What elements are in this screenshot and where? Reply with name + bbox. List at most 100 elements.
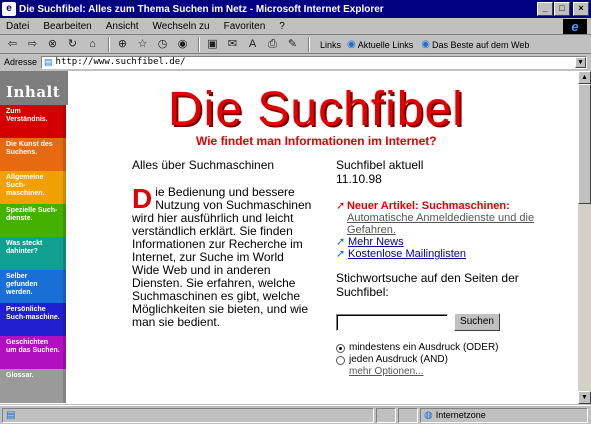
ie-link-icon: ◉ bbox=[421, 39, 431, 50]
news-item-link[interactable]: Automatische Anmeldedienste und die Gefa… bbox=[347, 212, 566, 236]
maximize-button[interactable]: □ bbox=[554, 2, 570, 16]
intro-heading: Alles über Suchmaschinen bbox=[132, 158, 275, 172]
link-best-of-web[interactable]: ◉ Das Beste auf dem Web bbox=[421, 39, 529, 50]
dropcap: D bbox=[132, 183, 153, 214]
page-icon: ▤ bbox=[44, 56, 53, 67]
search-options: mindestens ein Ausdruck (ODER) jeden Aus… bbox=[336, 342, 566, 378]
status-bar: ▤ ◍ Internetzone bbox=[0, 405, 591, 424]
sidebar-item[interactable]: Zum Verständnis. bbox=[0, 105, 66, 138]
scroll-up-icon[interactable]: ▲ bbox=[578, 71, 591, 84]
search-input[interactable] bbox=[336, 313, 448, 331]
search-icon[interactable]: ⊕ bbox=[114, 37, 131, 52]
print-icon[interactable]: ⎙ bbox=[264, 37, 281, 52]
toolbar-divider bbox=[198, 37, 200, 52]
scroll-thumb[interactable] bbox=[578, 84, 591, 204]
news-heading: Suchfibel aktuell bbox=[336, 158, 424, 172]
home-icon[interactable]: ⌂ bbox=[84, 37, 101, 52]
status-security bbox=[398, 407, 418, 423]
intro-column: Alles über Suchmaschinen Die Bedienung u… bbox=[132, 158, 312, 329]
search-button[interactable]: Suchen bbox=[454, 313, 500, 331]
channels-icon[interactable]: ◉ bbox=[174, 37, 191, 52]
menu-go[interactable]: Wechseln zu bbox=[153, 21, 210, 32]
news-list: ➚ Neuer Artikel: Suchmaschinen: Automati… bbox=[336, 200, 566, 260]
window-title: Die Suchfibel: Alles zum Thema Suchen im… bbox=[19, 3, 384, 15]
page-subtitle: Wie findet man Informationen im Internet… bbox=[196, 134, 437, 148]
sidebar-item[interactable]: Glossar. bbox=[0, 369, 66, 403]
status-zone: ◍ Internetzone bbox=[420, 407, 588, 423]
option-and-row[interactable]: jeden Ausdruck (AND) bbox=[336, 354, 566, 366]
title-bar: e Die Suchfibel: Alles zum Thema Suchen … bbox=[0, 0, 591, 18]
ie-throbber-icon: e bbox=[563, 19, 587, 34]
edit-icon[interactable]: ✎ bbox=[284, 37, 301, 52]
option-or-label: mindestens ein Ausdruck (ODER) bbox=[349, 342, 499, 353]
scroll-down-icon[interactable]: ▼ bbox=[578, 391, 591, 404]
mail-icon[interactable]: ✉ bbox=[224, 37, 241, 52]
links-label: Links bbox=[320, 39, 342, 50]
news-item-label: Neuer Artikel: Suchmaschinen: bbox=[346, 200, 510, 212]
minimize-button[interactable]: _ bbox=[537, 2, 553, 16]
page-content: Inhalt Zum Verständnis. Die Kunst des Suc… bbox=[0, 71, 578, 404]
favorites-icon[interactable]: ☆ bbox=[134, 37, 151, 52]
fullscreen-icon[interactable]: ▣ bbox=[204, 37, 221, 52]
option-and-label: jeden Ausdruck (AND) bbox=[349, 354, 448, 365]
mailing-lists-link[interactable]: Kostenlose Mailinglisten bbox=[348, 248, 466, 260]
more-news-link[interactable]: Mehr News bbox=[348, 236, 404, 248]
globe-icon: ◍ bbox=[424, 409, 433, 421]
search-form: Suchen bbox=[336, 313, 566, 331]
menu-bar: Datei Bearbeiten Ansicht Wechseln zu Fav… bbox=[0, 18, 591, 35]
news-item: ➚ Mehr News bbox=[336, 236, 566, 248]
news-item: ➚ Neuer Artikel: Suchmaschinen: Automati… bbox=[336, 200, 566, 236]
font-icon[interactable]: A bbox=[244, 37, 261, 52]
history-icon[interactable]: ◷ bbox=[154, 37, 171, 52]
sidebar-item[interactable]: Persönliche Such-maschine. bbox=[0, 303, 66, 336]
option-or-row[interactable]: mindestens ein Ausdruck (ODER) bbox=[336, 342, 566, 354]
ie-app-icon: e bbox=[2, 2, 16, 16]
page-title: Die Suchfibel bbox=[168, 83, 464, 136]
stop-icon[interactable]: ⊗ bbox=[44, 37, 61, 52]
close-button[interactable]: × bbox=[573, 2, 589, 16]
sidebar-item[interactable]: Allgemeine Such-maschinen. bbox=[0, 171, 66, 204]
sidebar-item[interactable]: Selber gefunden werden. bbox=[0, 270, 66, 303]
sidebar-item[interactable]: Spezielle Such-dienste. bbox=[0, 204, 66, 237]
links-bar: Links ◉ Aktuelle Links ◉ Das Beste auf dem… bbox=[320, 39, 537, 50]
toolbar-divider bbox=[108, 37, 110, 52]
menu-view[interactable]: Ansicht bbox=[106, 21, 139, 32]
toolbar-divider bbox=[308, 37, 310, 52]
option-and-radio[interactable] bbox=[336, 355, 345, 365]
search-heading: Stichwortsuche auf den Seiten der Suchfi… bbox=[336, 271, 519, 299]
toolbar: ⇦ ⇨ ⊗ ↻ ⌂ ⊕ ☆ ◷ ◉ ▣ ✉ A ⎙ ✎ Links ◉ Aktue… bbox=[0, 36, 591, 54]
chevron-down-icon[interactable]: ▼ bbox=[575, 56, 586, 68]
option-or-radio[interactable] bbox=[336, 343, 345, 353]
refresh-icon[interactable]: ↻ bbox=[64, 37, 81, 52]
vertical-scrollbar[interactable]: ▲ ▼ bbox=[578, 71, 591, 404]
menu-file[interactable]: Datei bbox=[6, 21, 29, 32]
menu-edit[interactable]: Bearbeiten bbox=[43, 21, 91, 32]
sidebar: Inhalt Zum Verständnis. Die Kunst des Suc… bbox=[0, 71, 68, 404]
more-options-link[interactable]: mehr Optionen... bbox=[349, 366, 566, 378]
intro-text: Die Bedienung und bessere Nutzung von Su… bbox=[132, 183, 312, 329]
status-message: ▤ bbox=[2, 407, 374, 423]
forward-icon[interactable]: ⇨ bbox=[24, 37, 41, 52]
address-input[interactable]: ▤ http://www.suchfibel.de/ ▼ bbox=[41, 55, 587, 69]
back-icon[interactable]: ⇦ bbox=[4, 37, 21, 52]
arrow-icon: ➚ bbox=[336, 200, 346, 212]
address-label: Adresse bbox=[4, 57, 38, 67]
menu-favorites[interactable]: Favoriten bbox=[224, 21, 266, 32]
menu-help[interactable]: ? bbox=[279, 21, 285, 32]
status-progress bbox=[376, 407, 396, 423]
arrow-icon: ➚ bbox=[336, 248, 346, 260]
news-column: Suchfibel aktuell 11.10.98 ➚ Neuer Artik… bbox=[336, 158, 566, 378]
address-url: http://www.suchfibel.de/ bbox=[55, 57, 186, 67]
zone-label: Internetzone bbox=[435, 410, 486, 420]
arrow-icon: ➚ bbox=[336, 236, 346, 248]
sidebar-item[interactable]: Die Kunst des Suchens. bbox=[0, 138, 66, 171]
page-icon: ▤ bbox=[6, 409, 16, 421]
news-item: ➚ Kostenlose Mailinglisten bbox=[336, 248, 566, 260]
sidebar-item[interactable]: Was steckt dahinter? bbox=[0, 237, 66, 270]
sidebar-item[interactable]: Geschichten um das Suchen. bbox=[0, 336, 66, 369]
address-bar: Adresse ▤ http://www.suchfibel.de/ ▼ bbox=[0, 55, 591, 69]
sidebar-heading: Inhalt bbox=[0, 71, 68, 105]
ie-link-icon: ◉ bbox=[347, 39, 356, 50]
news-date: 11.10.98 bbox=[336, 172, 382, 186]
link-current-links[interactable]: ◉ Aktuelle Links bbox=[347, 39, 413, 50]
